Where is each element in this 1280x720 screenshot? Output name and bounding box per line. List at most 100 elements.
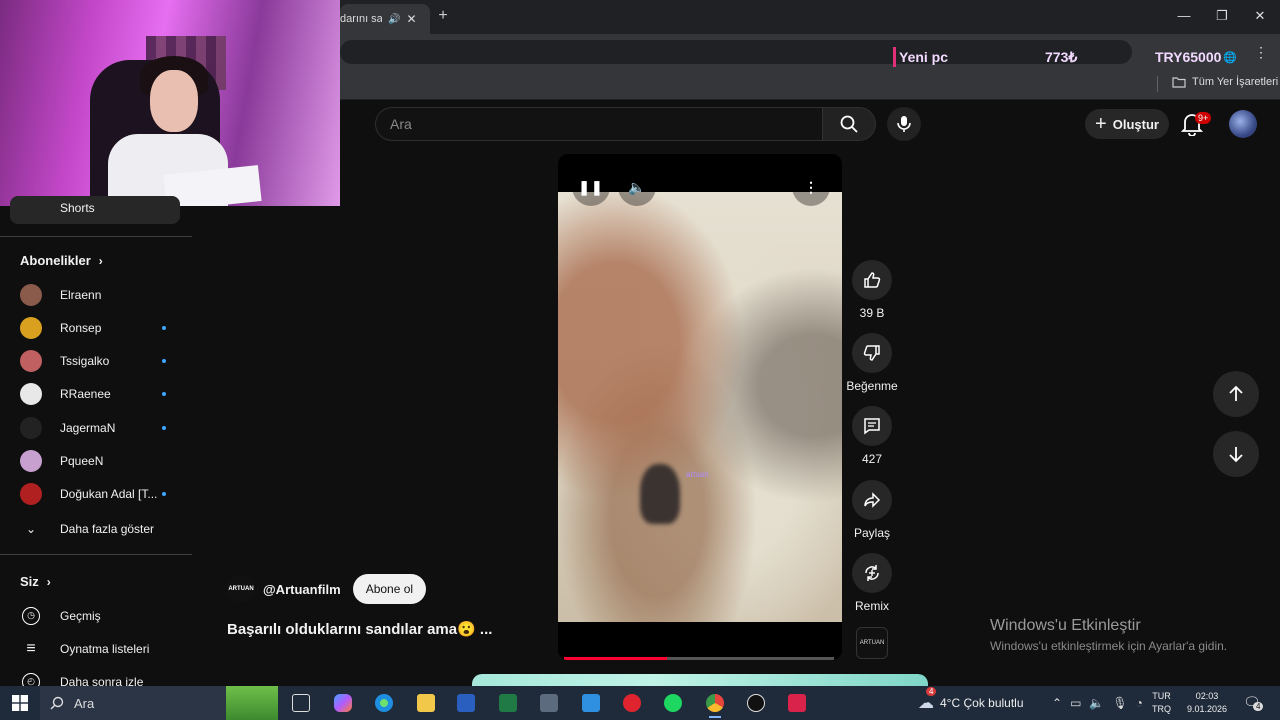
- create-button[interactable]: + Oluştur: [1085, 109, 1169, 139]
- copilot-icon[interactable]: [334, 694, 352, 712]
- minimize-button[interactable]: —: [1172, 6, 1196, 26]
- remix-icon: [865, 565, 879, 581]
- video-title[interactable]: Başarılı olduklarını sandılar ama😮 ...: [227, 620, 492, 638]
- globe-icon: 🌐: [1223, 51, 1238, 64]
- new-content-dot: [162, 325, 166, 330]
- thumbs-up-icon: [864, 272, 881, 288]
- obs-icon[interactable]: [747, 694, 765, 712]
- chrome-icon[interactable]: [706, 694, 724, 718]
- app-icon[interactable]: [788, 694, 806, 712]
- search-input[interactable]: Ara: [375, 107, 823, 141]
- taskbar-clock[interactable]: 02:03 9.01.2026: [1185, 690, 1229, 716]
- dislike-label: Beğenme: [846, 379, 898, 393]
- sidebar-item-label: Oynatma listeleri: [60, 641, 150, 656]
- chevron-down-icon: ⌄: [25, 521, 37, 536]
- tab-close-icon[interactable]: ✕: [406, 12, 416, 26]
- dislike-button[interactable]: Beğenme: [845, 333, 899, 393]
- opera-icon[interactable]: [623, 694, 641, 712]
- maximize-button[interactable]: ❐: [1210, 6, 1234, 26]
- chevron-up-icon[interactable]: ⌃: [1052, 696, 1062, 710]
- thumbs-down-icon: [863, 345, 880, 361]
- taskbar-weather[interactable]: ☁ 4 4°C Çok bulutlu: [918, 687, 1024, 713]
- excel-icon[interactable]: [499, 694, 517, 712]
- edge-icon[interactable]: [375, 694, 393, 712]
- streamer-face: [150, 70, 198, 132]
- chevron-right-icon: ›: [98, 253, 103, 268]
- word-icon[interactable]: [457, 694, 475, 712]
- new-content-dot: [162, 392, 166, 397]
- comments-button[interactable]: 427: [845, 406, 899, 466]
- voice-search-button[interactable]: [887, 107, 921, 141]
- remix-button[interactable]: Remix: [845, 553, 899, 613]
- taskbar-widget-image[interactable]: [226, 686, 278, 720]
- channel-avatar: [20, 416, 42, 439]
- spotify-icon[interactable]: [664, 694, 682, 712]
- sidebar-item-shorts[interactable]: Shorts: [10, 196, 180, 224]
- calculator-icon[interactable]: [540, 694, 558, 712]
- task-view-icon[interactable]: [292, 694, 310, 712]
- channel-row: ARTUAN @Artuanfilm Abone ol: [227, 574, 427, 604]
- store-icon[interactable]: [582, 694, 600, 712]
- short-video-player[interactable]: artuan ❚❚ 🔈 ⋮: [558, 154, 842, 660]
- wifi-icon[interactable]: ◔: [1136, 696, 1143, 710]
- next-short-button[interactable]: [1213, 431, 1259, 477]
- subscription-name: Tssigalko: [60, 354, 110, 369]
- like-count: 39 B: [859, 306, 885, 320]
- language-bottom: TRQ: [1152, 704, 1171, 714]
- video-more-button[interactable]: ⋮: [792, 168, 830, 206]
- taskbar-search[interactable]: Ara: [40, 686, 226, 720]
- tab-audio-icon[interactable]: 🔊: [388, 14, 400, 25]
- language-indicator[interactable]: TUR TRQ: [1152, 690, 1171, 716]
- sidebar-subscription[interactable]: JagermaN: [0, 411, 192, 444]
- subscriptions-heading[interactable]: Abonelikler ›: [20, 253, 103, 268]
- sidebar-subscription[interactable]: Ronsep: [0, 311, 192, 344]
- channel-thumbnail[interactable]: ARTUAN: [856, 627, 888, 659]
- sidebar-subscription[interactable]: RRaenee: [0, 378, 192, 411]
- account-avatar[interactable]: [1229, 110, 1257, 138]
- show-more-button[interactable]: ⌄ Daha fazla göster: [0, 512, 192, 545]
- previous-short-button[interactable]: [1213, 371, 1259, 417]
- channel-avatar[interactable]: ARTUAN: [227, 575, 255, 603]
- arrow-down-icon: [1229, 447, 1243, 463]
- windows-start-icon[interactable]: [12, 695, 28, 711]
- dislike-circle: [852, 333, 892, 373]
- new-tab-button[interactable]: +: [434, 7, 452, 25]
- pause-button[interactable]: ❚❚: [572, 168, 610, 206]
- sidebar-subscription[interactable]: Elraenn: [0, 278, 192, 311]
- notification-center-button[interactable]: 🗨 4: [1243, 694, 1264, 712]
- channel-avatar: [20, 350, 42, 373]
- more-menu-icon[interactable]: ⋮: [1254, 44, 1268, 61]
- sidebar-item-playlists[interactable]: ≡ Oynatma listeleri: [0, 632, 192, 665]
- sidebar-subscription[interactable]: PqueeN: [0, 445, 192, 478]
- subscription-name: Ronsep: [60, 320, 102, 335]
- search-button[interactable]: [822, 107, 876, 141]
- battery-icon[interactable]: ▭: [1070, 696, 1081, 710]
- clock-date: 9.01.2026: [1186, 704, 1228, 714]
- sidebar-subscription[interactable]: Tssigalko: [0, 345, 192, 378]
- subscribe-button[interactable]: Abone ol: [352, 574, 427, 604]
- share-button[interactable]: Paylaş: [845, 480, 899, 540]
- you-heading[interactable]: Siz ›: [20, 574, 51, 589]
- search-icon: [840, 115, 858, 133]
- microphone-icon: [897, 116, 911, 132]
- volume-button[interactable]: 🔈: [618, 168, 656, 206]
- like-button[interactable]: 39 B: [845, 260, 899, 320]
- clock-time: 02:03: [1195, 691, 1219, 701]
- bookmarks-divider: [1157, 76, 1158, 92]
- sidebar-item-history[interactable]: ◷ Geçmiş: [0, 599, 192, 632]
- notification-center-count: 4: [1253, 702, 1264, 711]
- close-window-button[interactable]: ✕: [1248, 6, 1272, 26]
- sidebar-divider: [0, 554, 192, 555]
- channel-avatar: [20, 383, 42, 406]
- file-explorer-icon[interactable]: [417, 694, 435, 712]
- notification-badge: 9+: [1195, 112, 1212, 124]
- browser-tab[interactable]: darını san 🔊 ✕: [340, 4, 430, 34]
- sidebar-subscription[interactable]: Doğukan Adal [T...: [0, 478, 192, 511]
- all-bookmarks[interactable]: Tüm Yer İşaretleri: [1172, 76, 1278, 88]
- tab-title: darını san: [340, 13, 382, 25]
- share-icon: [864, 492, 881, 508]
- channel-handle[interactable]: @Artuanfilm: [263, 582, 341, 597]
- mic-tray-icon[interactable]: 🎙: [1112, 696, 1127, 710]
- donation-ticker: Yeni pc 773₺ TRY65000 🌐: [893, 46, 1237, 68]
- speaker-icon[interactable]: 🔈: [1089, 696, 1104, 710]
